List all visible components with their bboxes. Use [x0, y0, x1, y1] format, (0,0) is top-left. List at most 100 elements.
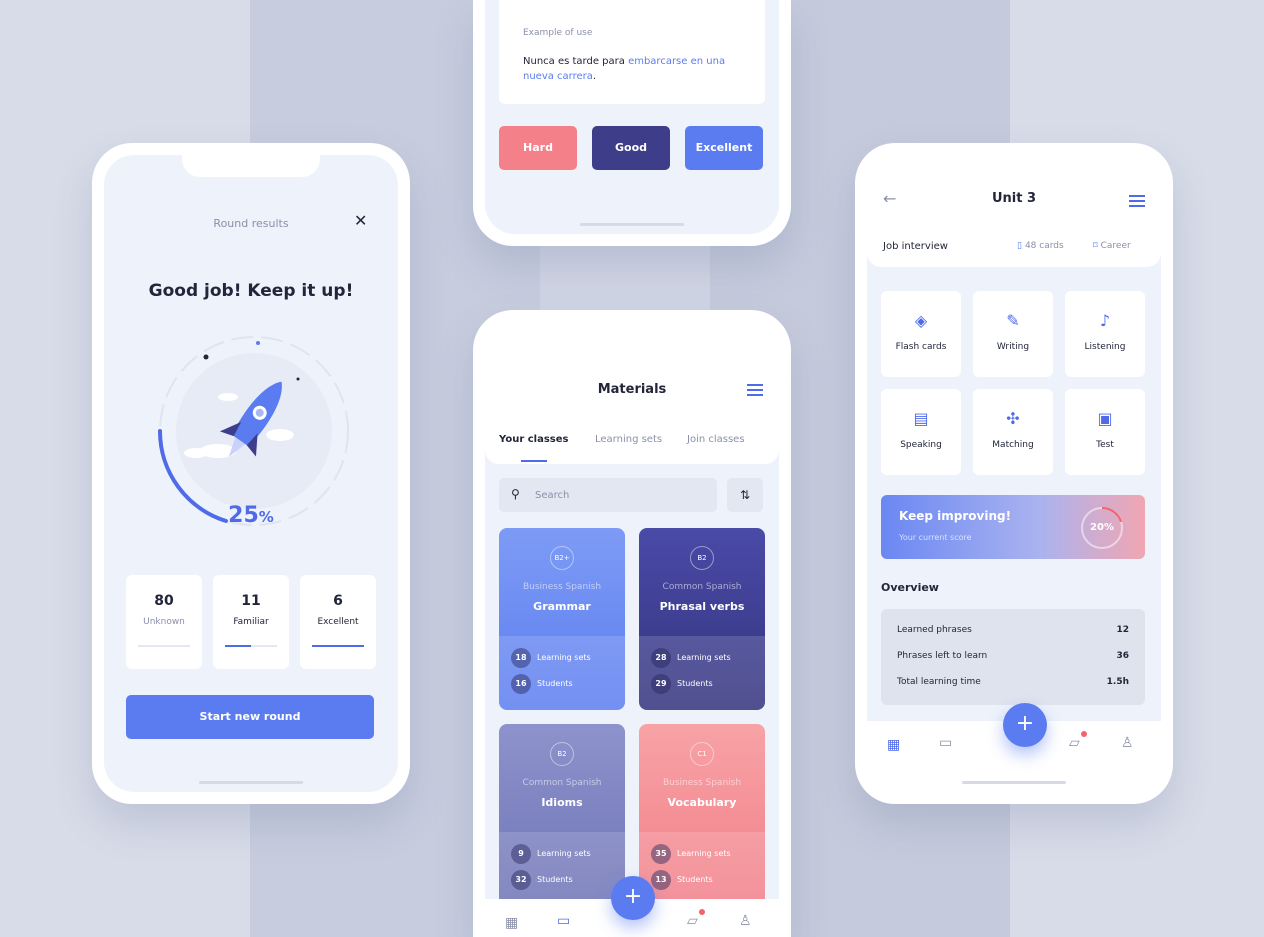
- flashcard-screen: Example of use Nunca es tarde para embar…: [485, 0, 779, 234]
- learning-sets-count: 35 Learning sets: [651, 844, 731, 864]
- activity-speaking[interactable]: ▤ Speaking: [881, 389, 961, 475]
- class-name: Grammar: [533, 600, 591, 613]
- overview-row: Total learning time 1.5h: [897, 677, 1129, 687]
- tab-join-classes[interactable]: Join classes: [687, 434, 745, 445]
- unit-header: ← Unit 3 Job interview ▯ 48 cards ⌑ Career: [867, 155, 1161, 267]
- menu-icon[interactable]: [1129, 195, 1145, 207]
- stat-label: Unknown: [143, 617, 185, 627]
- level-badge: B2: [550, 742, 574, 766]
- tab-learning-sets[interactable]: Learning sets: [595, 434, 662, 445]
- class-card-vocabulary[interactable]: C1 Business Spanish Vocabulary 35 Learnin…: [639, 724, 765, 906]
- level-badge: B2: [690, 546, 714, 570]
- activity-matching[interactable]: ✣ Matching: [973, 389, 1053, 475]
- learning-sets-count: 18 Learning sets: [511, 648, 591, 668]
- example-label: Example of use: [523, 28, 593, 38]
- banner-title: Keep improving!: [899, 509, 1012, 523]
- document-icon: ▯: [1017, 241, 1022, 251]
- class-card-idioms[interactable]: B2 Common Spanish Idioms 9 Learning sets …: [499, 724, 625, 906]
- add-button[interactable]: +: [611, 876, 655, 920]
- cards-icon: ◈: [914, 311, 928, 330]
- materials-phone: Materials Your classes Learning sets Joi…: [473, 310, 791, 937]
- filter-icon[interactable]: ⇅: [727, 478, 763, 512]
- folder-icon[interactable]: ▭: [557, 913, 570, 929]
- stat-value: 11: [241, 593, 261, 609]
- stat-unknown: 80 Unknown: [126, 575, 202, 669]
- category-tag: ⌑ Career: [1093, 241, 1131, 251]
- unit-phone: ← Unit 3 Job interview ▯ 48 cards ⌑ Career…: [855, 143, 1173, 804]
- chat-icon[interactable]: ▱: [1069, 735, 1080, 751]
- progress-percent: 25%: [228, 503, 274, 528]
- profile-icon[interactable]: ♙: [739, 913, 752, 929]
- banner-subtitle: Your current score: [899, 533, 972, 542]
- activity-test[interactable]: ▣ Test: [1065, 389, 1145, 475]
- learning-sets-count: 9 Learning sets: [511, 844, 591, 864]
- stat-familiar: 11 Familiar: [213, 575, 289, 669]
- class-subtitle: Business Spanish: [522, 582, 602, 592]
- materials-header: Materials Your classes Learning sets Joi…: [485, 322, 779, 464]
- stat-excellent: 6 Excellent: [300, 575, 376, 669]
- speech-bubble-icon: ▤: [913, 409, 929, 428]
- folder-icon[interactable]: ▭: [939, 735, 952, 751]
- stat-bar: [225, 645, 277, 647]
- stat-label: Familiar: [233, 617, 269, 627]
- class-card-grammar[interactable]: B2+ Business Spanish Grammar 18 Learning …: [499, 528, 625, 710]
- phone-notch: [182, 155, 320, 177]
- stat-value: 80: [154, 593, 174, 609]
- example-card: Example of use Nunca es tarde para embar…: [499, 0, 765, 104]
- class-stats: 35 Learning sets 13 Students: [639, 832, 765, 906]
- hard-button[interactable]: Hard: [499, 126, 577, 170]
- class-subtitle: Common Spanish: [662, 582, 742, 592]
- class-subtitle: Common Spanish: [522, 778, 602, 788]
- activity-flash-cards[interactable]: ◈ Flash cards: [881, 291, 961, 377]
- close-icon[interactable]: ✕: [354, 211, 367, 230]
- page-title: Unit 3: [991, 191, 1037, 206]
- profile-icon[interactable]: ♙: [1121, 735, 1134, 751]
- students-count: 32 Students: [511, 870, 573, 890]
- tab-your-classes[interactable]: Your classes: [499, 434, 568, 445]
- notification-dot: [1081, 731, 1087, 737]
- class-subtitle: Business Spanish: [662, 778, 742, 788]
- level-badge: C1: [690, 742, 714, 766]
- overview-row: Phrases left to learn 36: [897, 651, 1129, 661]
- start-new-round-button[interactable]: Start new round: [126, 695, 374, 739]
- score-arc: [1081, 507, 1123, 549]
- class-name: Phrasal verbs: [659, 600, 745, 613]
- search-icon: ⚲: [511, 487, 520, 501]
- add-button[interactable]: +: [1003, 703, 1047, 747]
- progress-ring: [157, 336, 349, 526]
- students-count: 29 Students: [651, 674, 713, 694]
- headline: Good job! Keep it up!: [148, 281, 354, 301]
- page-title: Materials: [597, 382, 667, 397]
- excellent-button[interactable]: Excellent: [685, 126, 763, 170]
- notification-dot: [699, 909, 705, 915]
- good-button[interactable]: Good: [592, 126, 670, 170]
- class-name: Vocabulary: [667, 796, 737, 809]
- learning-sets-count: 28 Learning sets: [651, 648, 731, 668]
- materials-screen: Materials Your classes Learning sets Joi…: [485, 322, 779, 937]
- pencil-icon: ✎: [1006, 311, 1020, 330]
- search-box[interactable]: ⚲: [499, 478, 717, 512]
- overview-title: Overview: [881, 581, 939, 594]
- stat-bar: [312, 645, 364, 647]
- clipboard-icon: ▣: [1097, 409, 1113, 428]
- menu-icon[interactable]: [747, 384, 763, 396]
- activity-writing[interactable]: ✎ Writing: [973, 291, 1053, 377]
- puzzle-icon: ✣: [1006, 409, 1020, 428]
- stat-label: Excellent: [317, 617, 359, 627]
- score-banner[interactable]: Keep improving! Your current score 20%: [881, 495, 1145, 559]
- speaker-icon: ♪: [1099, 311, 1111, 330]
- class-stats: 18 Learning sets 16 Students: [499, 636, 625, 710]
- activity-listening[interactable]: ♪ Listening: [1065, 291, 1145, 377]
- dashboard-icon[interactable]: ▦: [887, 737, 900, 753]
- level-badge: B2+: [550, 546, 574, 570]
- chat-icon[interactable]: ▱: [687, 913, 698, 929]
- class-stats: 9 Learning sets 32 Students: [499, 832, 625, 906]
- class-card-phrasal-verbs[interactable]: B2 Common Spanish Phrasal verbs 28 Learni…: [639, 528, 765, 710]
- search-input[interactable]: [535, 486, 705, 504]
- overview-box: Learned phrases 12 Phrases left to learn 3…: [881, 609, 1145, 705]
- students-count: 13 Students: [651, 870, 713, 890]
- cards-count: ▯ 48 cards: [1017, 241, 1064, 251]
- home-indicator: [962, 781, 1066, 784]
- round-results-screen: Round results ✕ Good job! Keep it up! 25…: [104, 155, 398, 792]
- dashboard-icon[interactable]: ▦: [505, 915, 518, 931]
